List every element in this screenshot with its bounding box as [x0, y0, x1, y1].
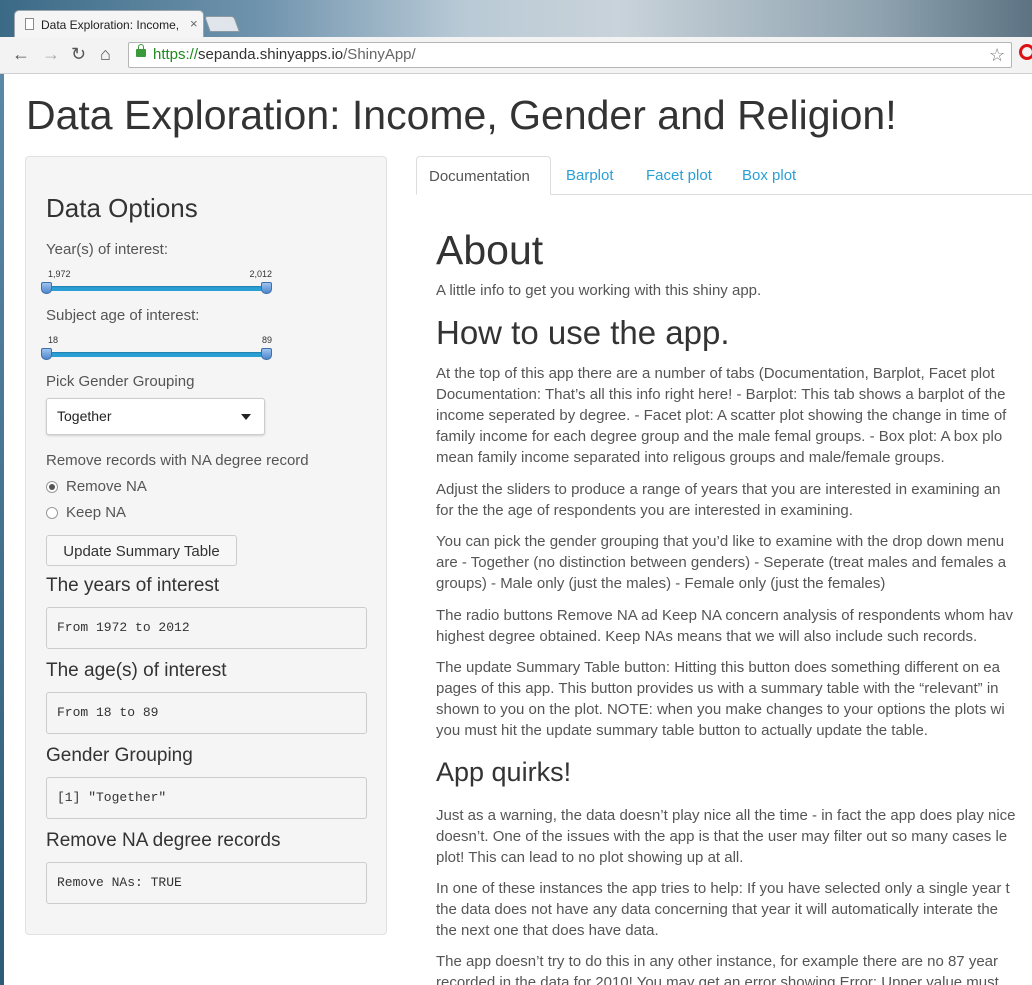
paragraph-line: The update Summary Table button: Hitting… [436, 659, 1000, 676]
paragraph-line: the data does not have any data concerni… [436, 901, 999, 918]
window-edge [0, 74, 4, 985]
paragraph-line: recorded in the data for 2010! You may g… [436, 974, 999, 985]
about-heading: About [436, 227, 544, 273]
documentation-panel: About A little info to get you working w… [436, 0, 1032, 985]
browser-tab-title: Data Exploration: Income, [41, 18, 180, 32]
paragraph-line: The radio buttons Remove NA ad Keep NA c… [436, 607, 1013, 624]
output-na-value: Remove NAs: TRUE [46, 862, 367, 904]
years-label: Year(s) of interest: [46, 241, 168, 258]
paragraph-line: mean family income separated into religo… [436, 449, 945, 466]
paragraph-line: You can pick the gender grouping that yo… [436, 533, 1005, 550]
age-label: Subject age of interest: [46, 307, 200, 324]
na-label: Remove records with NA degree record [46, 452, 309, 469]
paragraph-line: family income for each degree group and … [436, 428, 1003, 445]
sidebar-panel: Data Options Year(s) of interest: 1,972 … [25, 156, 387, 935]
age-slider-track[interactable] [46, 352, 270, 357]
output-years-heading: The years of interest [46, 575, 220, 596]
radio-keep-na-input[interactable] [46, 507, 58, 519]
close-tab-icon[interactable]: × [190, 16, 198, 31]
paragraph-line: Documentation: That’s all this info righ… [436, 386, 1006, 403]
paragraph-line: plot! This can lead to no plot showing u… [436, 849, 744, 866]
gender-select[interactable]: Together [46, 398, 265, 435]
gender-label: Pick Gender Grouping [46, 373, 195, 390]
quirks-heading: App quirks! [436, 757, 572, 787]
radio-remove-na-input[interactable] [46, 481, 58, 493]
how-to-heading: How to use the app. [436, 314, 730, 351]
paragraph-line: The app doesn’t try to do this in any ot… [436, 953, 998, 970]
paragraph-line: the next one that does have data. [436, 922, 659, 939]
output-years-value: From 1972 to 2012 [46, 607, 367, 649]
age-slider-max: 89 [261, 335, 272, 345]
paragraph-line: groups) - Male only (just the males) - F… [436, 575, 886, 592]
paragraph-line: you must hit the update summary table bu… [436, 722, 928, 739]
years-slider-low-handle[interactable] [41, 282, 52, 294]
browser-tab[interactable]: Data Exploration: Income, × [14, 10, 204, 38]
chevron-down-icon [241, 414, 251, 420]
lock-icon [136, 44, 146, 57]
gender-select-value: Together [57, 408, 112, 424]
paragraph-line: for the the age of respondents you are i… [436, 502, 853, 519]
new-tab-button[interactable] [204, 16, 240, 32]
age-slider-low-handle[interactable] [41, 348, 52, 360]
radio-remove-na-label: Remove NA [66, 478, 147, 495]
output-age-value: From 18 to 89 [46, 692, 367, 734]
back-icon[interactable]: ← [12, 43, 30, 65]
years-slider-min: 1,972 [48, 269, 71, 279]
years-slider-max: 2,012 [249, 269, 272, 279]
years-slider-high-handle[interactable] [261, 282, 272, 294]
paragraph-line: Just as a warning, the data doesn’t play… [436, 807, 1016, 824]
paragraph-line: highest degree obtained. Keep NAs means … [436, 628, 978, 645]
output-gender-heading: Gender Grouping [46, 745, 193, 766]
paragraph-line: shown to you on the plot. NOTE: when you… [436, 701, 1005, 718]
age-slider-high-handle[interactable] [261, 348, 272, 360]
forward-icon[interactable]: → [42, 43, 60, 65]
paragraph-line: income seperated by degree. - Facet plot… [436, 407, 1007, 424]
paragraph-line: In one of these instances the app tries … [436, 880, 1010, 897]
age-slider-min: 18 [48, 335, 59, 345]
output-age-heading: The age(s) of interest [46, 660, 227, 681]
page-icon [25, 18, 34, 30]
paragraph-line: Adjust the sliders to produce a range of… [436, 481, 1001, 498]
years-slider-track[interactable] [46, 286, 270, 291]
home-icon[interactable]: ⌂ [100, 43, 111, 65]
paragraph-line: At the top of this app there are a numbe… [436, 365, 995, 382]
about-text: A little info to get you working with th… [436, 282, 762, 299]
paragraph-line: doesn’t. One of the issues with the app … [436, 828, 1008, 845]
sidebar-heading: Data Options [46, 193, 198, 223]
radio-keep-na-label: Keep NA [66, 504, 127, 521]
reload-icon[interactable]: ↻ [71, 43, 86, 65]
paragraph-line: pages of this app. This button provides … [436, 680, 999, 697]
age-slider[interactable]: 18 89 [41, 335, 272, 367]
years-slider[interactable]: 1,972 2,012 [41, 269, 272, 301]
output-gender-value: [1] "Together" [46, 777, 367, 819]
url-text: https://sepanda.shinyapps.io/ShinyApp/ [153, 46, 416, 63]
output-na-heading: Remove NA degree records [46, 830, 281, 851]
update-summary-button[interactable]: Update Summary Table [46, 535, 237, 566]
paragraph-line: are - Together (no distinction between g… [436, 554, 1007, 571]
